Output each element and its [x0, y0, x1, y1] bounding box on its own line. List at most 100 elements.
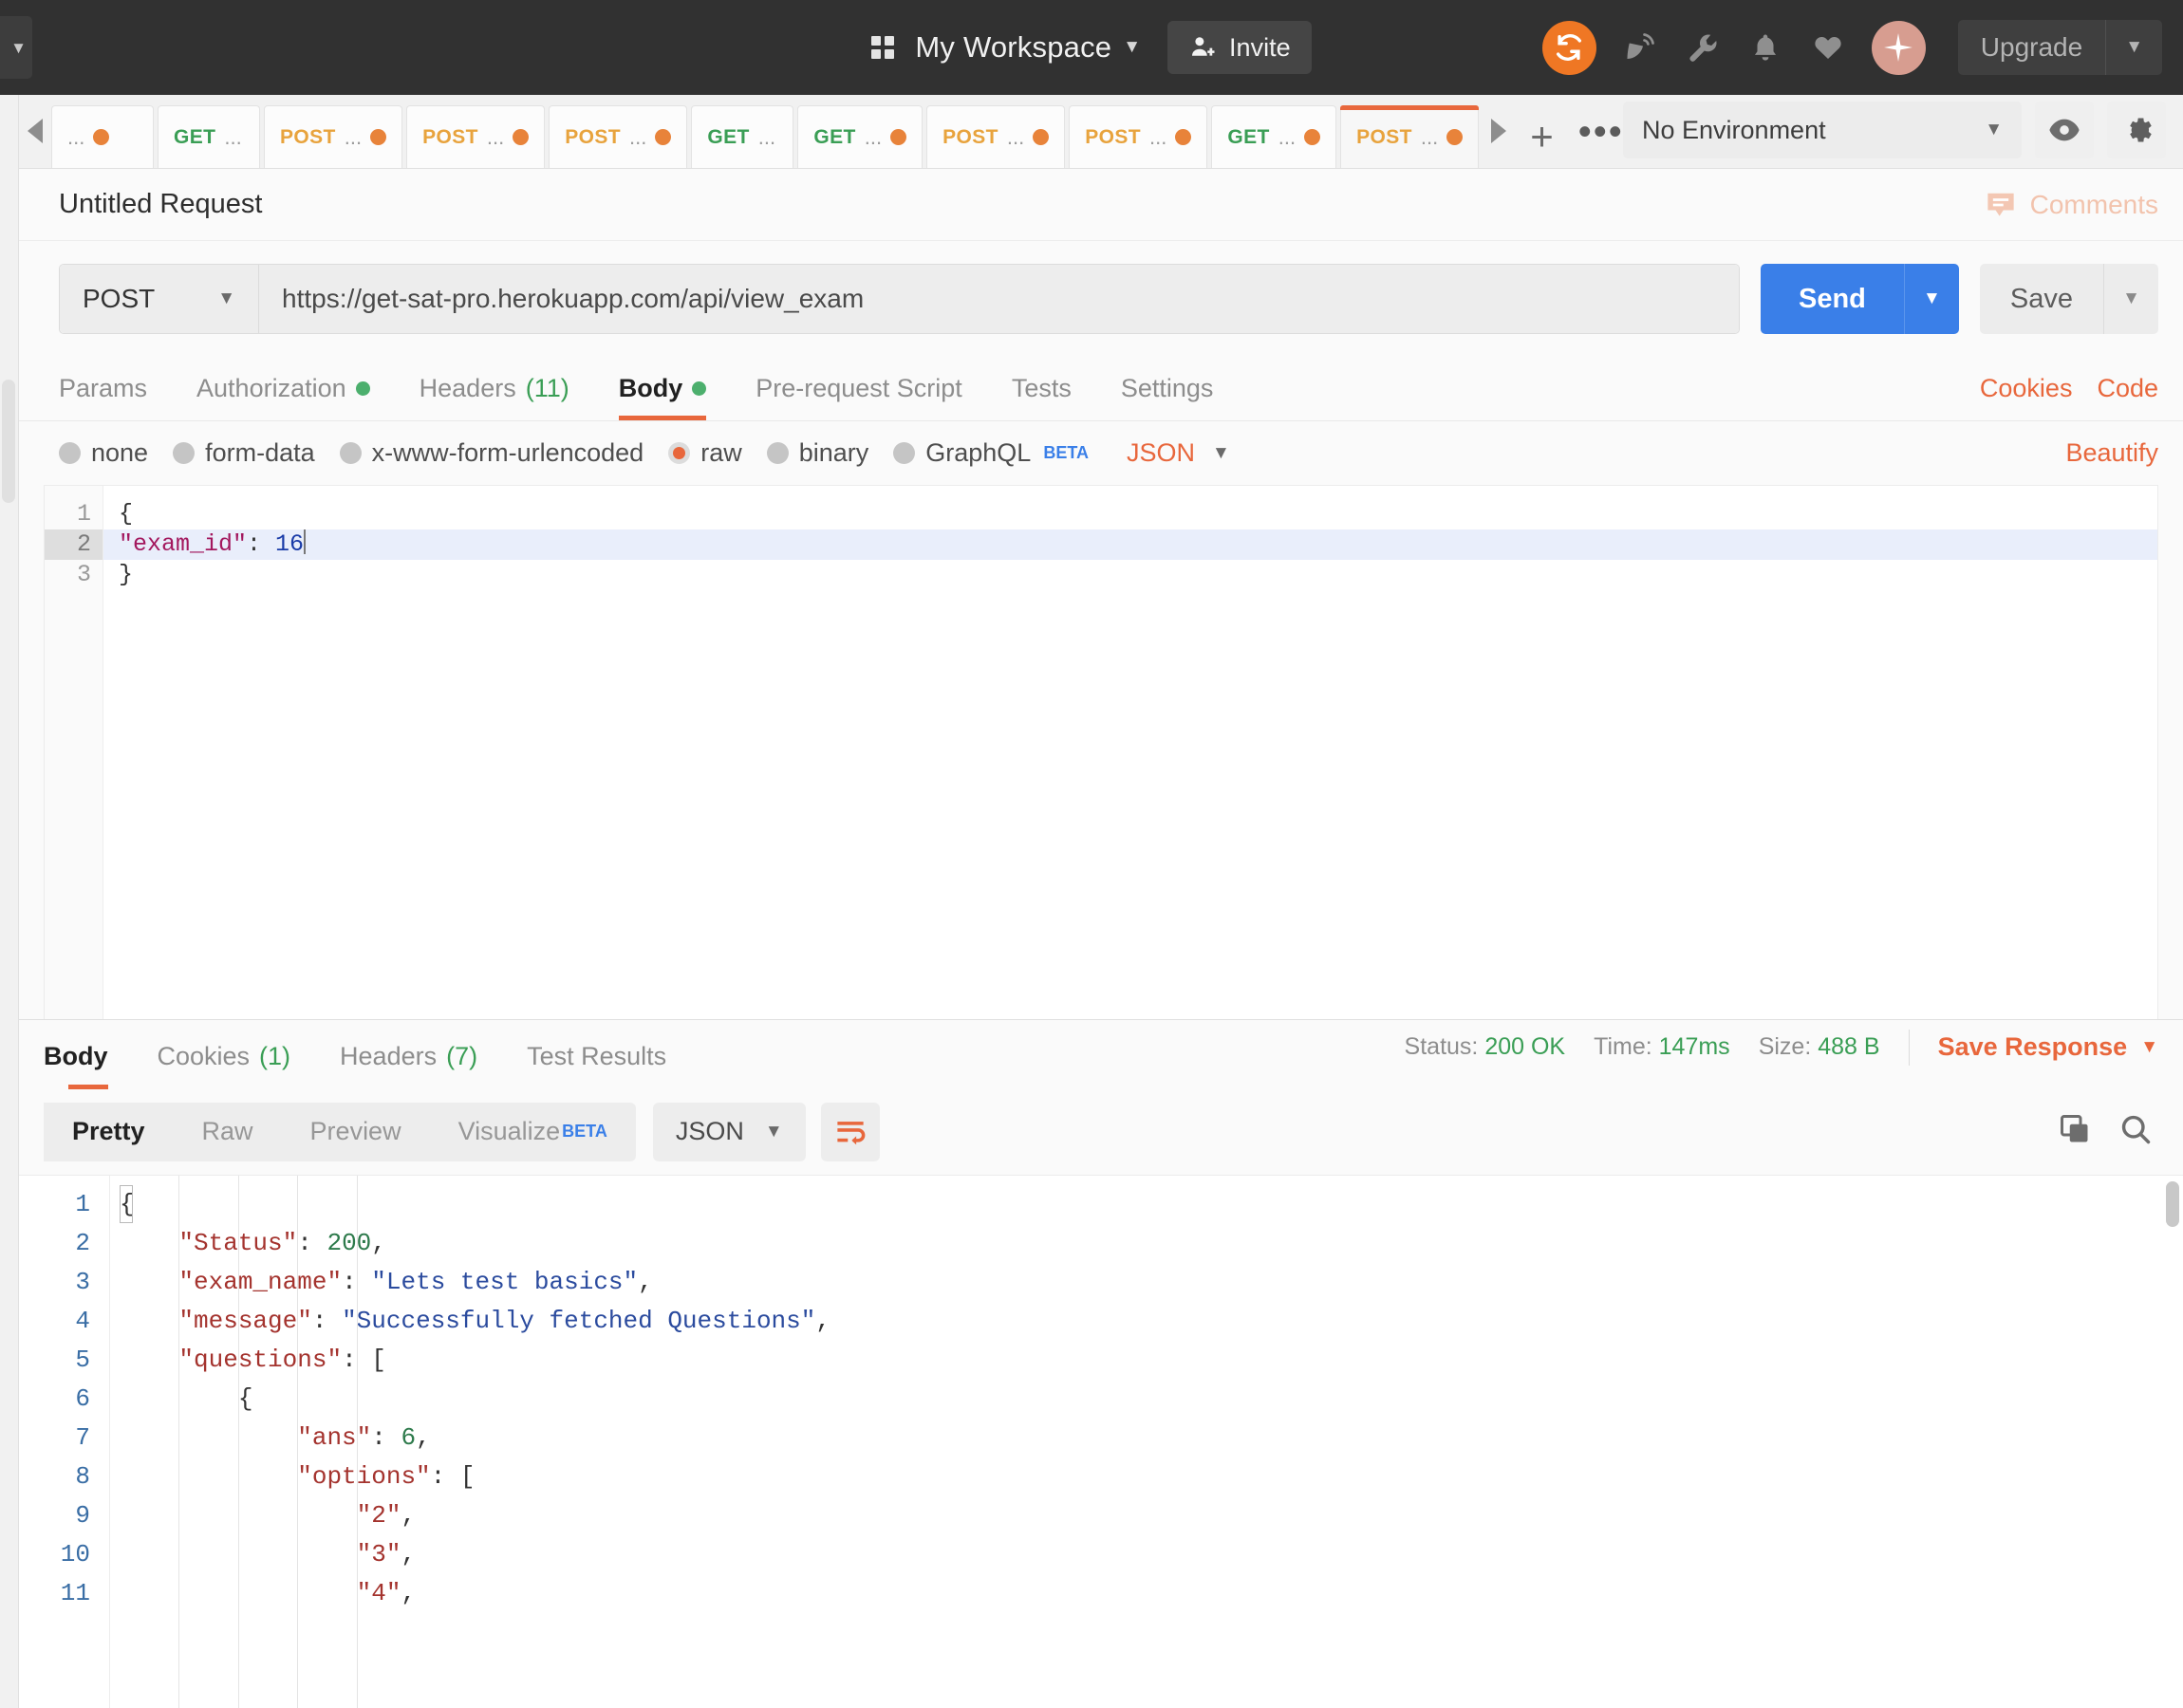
view-mode-visualize[interactable]: Visualize BETA [430, 1103, 636, 1161]
sparkle-icon[interactable] [1871, 20, 1926, 75]
chevron-down-icon[interactable]: ▼ [1123, 37, 1141, 58]
environment-settings-button[interactable] [2107, 102, 2166, 158]
request-tab[interactable]: POST... [406, 105, 546, 168]
send-button[interactable]: Send [1760, 264, 1904, 334]
view-mode-preview[interactable]: Preview [282, 1103, 430, 1161]
tab-name: ... [486, 124, 505, 149]
request-tab-links: Cookies Code [1980, 356, 2158, 420]
request-tab-pre-request-script[interactable]: Pre-request Script [731, 356, 987, 420]
response-body[interactable]: 1 2 3 4 5 6 7 8 9 10 11 { "Status": 200, "exam_nam… [19, 1174, 2183, 1708]
size-item: Size: 488 B [1759, 1033, 1880, 1061]
tab-name: ... [1420, 124, 1439, 149]
invite-button[interactable]: Invite [1167, 21, 1312, 74]
tabs-scroll-left-button[interactable] [19, 94, 51, 168]
url-input[interactable]: https://get-sat-pro.herokuapp.com/api/vi… [259, 265, 1739, 333]
response-code-area[interactable]: { "Status": 200, "exam_name": "Lets test… [110, 1175, 2183, 1708]
request-tab[interactable]: GET... [158, 105, 260, 168]
body-type-none[interactable]: none [59, 438, 148, 468]
request-title[interactable]: Untitled Request [59, 189, 262, 220]
request-tab[interactable]: POST... [1340, 105, 1480, 168]
view-mode-pretty[interactable]: Pretty [44, 1102, 174, 1161]
send-options-button[interactable]: ▼ [1903, 264, 1959, 334]
chevron-down-icon: ▼ [1212, 442, 1230, 463]
request-tab-params[interactable]: Params [59, 356, 172, 420]
view-mode-label: Raw [201, 1117, 253, 1145]
code-token: : [371, 1422, 401, 1452]
line-number: 11 [60, 1578, 90, 1607]
environment-selector[interactable]: No Environment ▼ [1623, 102, 2022, 158]
copy-icon[interactable] [2058, 1112, 2092, 1151]
raw-format-selector[interactable]: JSON ▼ [1127, 438, 1230, 468]
heart-icon[interactable] [1809, 28, 1847, 66]
code-token: : [ [342, 1345, 386, 1374]
line-number: 2 [75, 1228, 90, 1257]
request-tab-body[interactable]: Body [594, 356, 732, 420]
beautify-button[interactable]: Beautify [2065, 438, 2158, 468]
comment-icon [1987, 193, 2014, 216]
save-button[interactable]: Save [1979, 264, 2103, 334]
code-token: "exam_name" [178, 1267, 343, 1296]
request-tab-authorization[interactable]: Authorization [172, 356, 395, 420]
view-mode-raw[interactable]: Raw [174, 1103, 282, 1161]
code-token: , [401, 1539, 417, 1569]
response-scrollbar[interactable] [2166, 1180, 2179, 1227]
code-token: , [815, 1306, 830, 1335]
method-selector[interactable]: POST ▼ [60, 265, 259, 333]
request-tab[interactable]: POST... [264, 105, 403, 168]
satellite-icon[interactable] [1621, 28, 1659, 66]
code-token: "questions" [178, 1345, 343, 1374]
tab-method: POST [422, 125, 478, 148]
save-response-button[interactable]: Save Response ▼ [1938, 1032, 2158, 1062]
chevron-down-icon[interactable]: ▼ [2106, 37, 2162, 58]
upgrade-button-group[interactable]: Upgrade ▼ [1957, 20, 2162, 75]
search-icon[interactable] [2118, 1112, 2153, 1151]
wrench-icon[interactable] [1684, 28, 1722, 66]
sync-icon[interactable] [1541, 20, 1596, 75]
save-options-button[interactable]: ▼ [2103, 264, 2158, 334]
request-tab[interactable]: POST... [1069, 105, 1208, 168]
response-view-mode-group: Pretty Raw Preview Visualize BETA [44, 1102, 636, 1161]
response-tab-headers[interactable]: Headers (7) [315, 1025, 502, 1089]
response-tab-cookies[interactable]: Cookies (1) [133, 1025, 316, 1089]
request-tab[interactable]: GET... [1211, 105, 1337, 168]
chevron-left-icon [28, 119, 43, 143]
environment-quick-look-button[interactable] [2035, 102, 2094, 158]
sidebar-scrollbar[interactable] [2, 380, 15, 503]
body-type-binary[interactable]: binary [766, 438, 868, 468]
code-line: "questions": [ [110, 1341, 2183, 1380]
request-tab-tests[interactable]: Tests [987, 356, 1096, 420]
line-number: 3 [75, 1267, 90, 1296]
body-type-raw[interactable]: raw [668, 438, 742, 468]
eye-icon [2049, 119, 2080, 141]
body-type-graphql[interactable]: GraphQL BETA [893, 438, 1089, 468]
request-code-area[interactable]: { "exam_id": 16 } [103, 486, 2157, 1019]
response-format-selector[interactable]: JSON ▼ [652, 1102, 806, 1161]
cookies-link[interactable]: Cookies [1980, 374, 2073, 403]
request-tab[interactable]: GET... [691, 105, 794, 168]
request-body-editor[interactable]: 1 2 3 { "exam_id": 16 } [44, 485, 2158, 1019]
request-tab[interactable]: ... [51, 105, 154, 168]
code-token: { [237, 1383, 253, 1413]
response-tab-body[interactable]: Body [44, 1025, 133, 1089]
request-tab[interactable]: POST... [926, 105, 1066, 168]
code-token: : [311, 1306, 343, 1335]
code-link[interactable]: Code [2097, 374, 2158, 403]
request-tab[interactable]: POST... [549, 105, 688, 168]
code-token: { [119, 500, 134, 528]
tabs-scroll-right-button[interactable] [1483, 94, 1515, 168]
request-tab-settings[interactable]: Settings [1096, 356, 1239, 420]
comments-button[interactable]: Comments [1985, 190, 2158, 220]
workspace-name[interactable]: My Workspace [915, 30, 1111, 65]
body-type-label: GraphQL [925, 438, 1032, 467]
response-tab-test-results[interactable]: Test Results [502, 1025, 691, 1089]
body-type-form-data[interactable]: form-data [173, 438, 315, 468]
code-line: "options": [ [110, 1457, 2183, 1496]
request-tab[interactable]: GET... [797, 105, 924, 168]
word-wrap-button[interactable] [820, 1102, 880, 1161]
new-tab-button[interactable]: + [1515, 117, 1569, 157]
bell-icon[interactable] [1746, 28, 1784, 66]
request-tab-headers[interactable]: Headers (11) [395, 356, 594, 420]
body-type-x-www-form-urlencoded[interactable]: x-www-form-urlencoded [339, 438, 644, 468]
response-section-tabs: Body Cookies (1) Headers (7) Test Results Sta… [19, 1018, 2183, 1089]
tab-name: ... [1278, 124, 1297, 149]
